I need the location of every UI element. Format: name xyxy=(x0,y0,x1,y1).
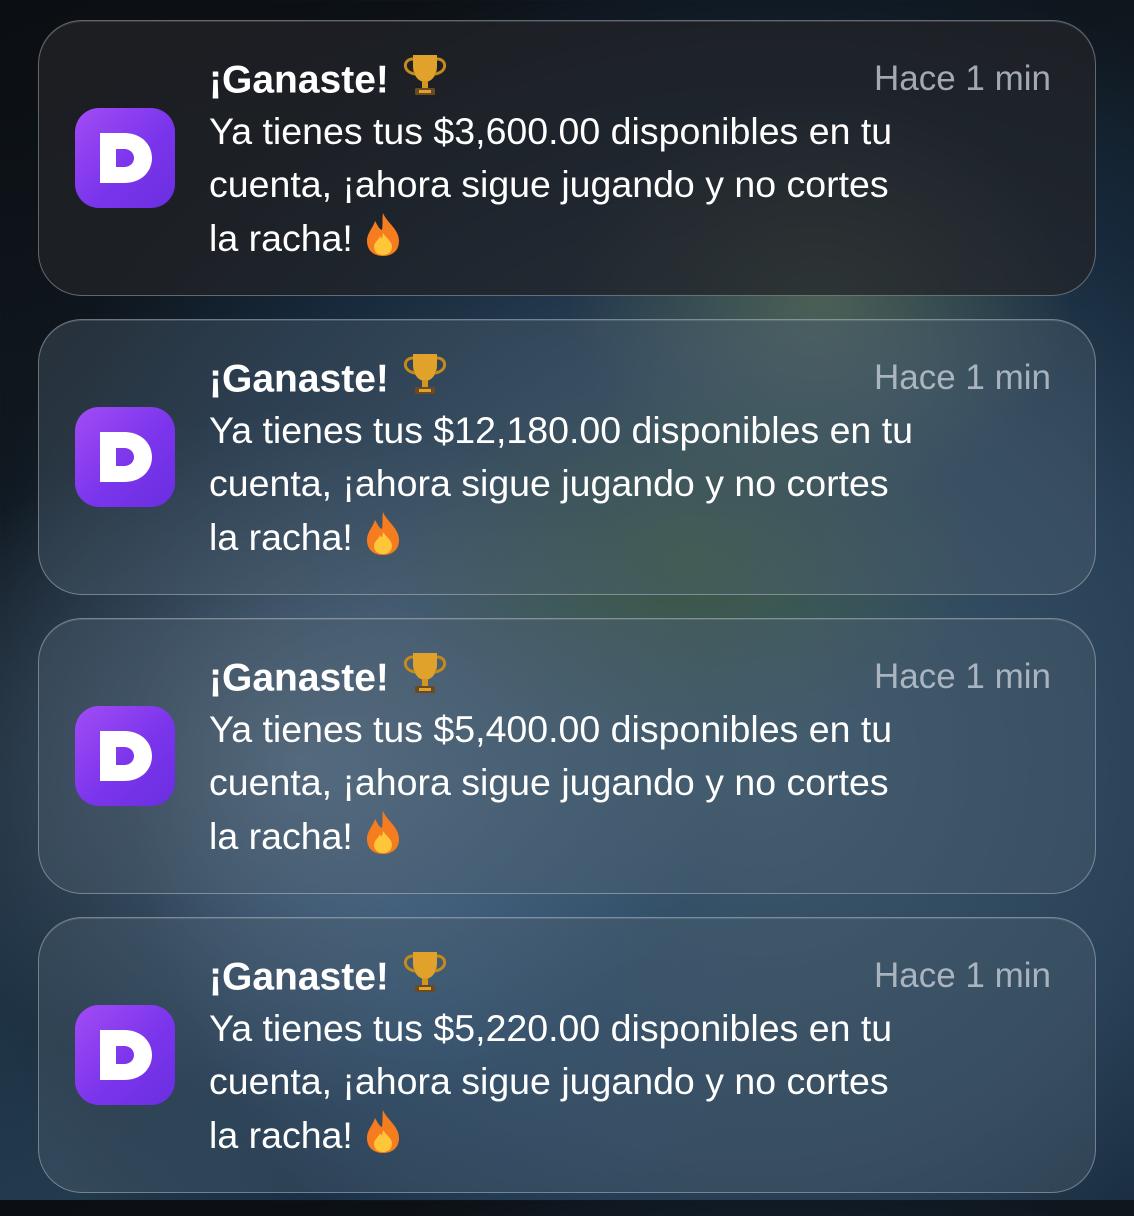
notification-time: Hace 1 min xyxy=(873,956,1051,995)
notification-title-text: ¡Ganaste! xyxy=(209,357,389,401)
body-line: Ya tienes tus $3,600.00 disponibles en t… xyxy=(209,110,893,152)
fire-icon xyxy=(363,510,403,570)
app-logo-icon xyxy=(75,706,175,806)
notification-stack: ¡Ganaste! Hace 1 min Ya tienes tus $3,60… xyxy=(38,20,1096,1216)
notification-time: Hace 1 min xyxy=(873,358,1051,397)
trophy-icon xyxy=(399,949,451,1009)
notification-body: Ya tienes tus $12,180.00 disponibles en … xyxy=(209,404,1069,570)
notification-title: ¡Ganaste! xyxy=(209,52,451,112)
notification-card[interactable]: ¡Ganaste! Hace 1 min Ya tienes tus $12,1… xyxy=(38,319,1096,595)
body-line-text: la racha! xyxy=(209,814,353,857)
trophy-icon xyxy=(399,351,451,411)
notification-body: Ya tienes tus $5,400.00 disponibles en t… xyxy=(209,703,1069,869)
notification-time: Hace 1 min xyxy=(873,657,1051,696)
notification-body: Ya tienes tus $3,600.00 disponibles en t… xyxy=(209,105,1069,271)
fire-icon xyxy=(363,809,403,869)
body-line: cuenta, ¡ahora sigue jugando y no cortes xyxy=(209,1060,889,1102)
body-line: Ya tienes tus $5,400.00 disponibles en t… xyxy=(209,708,893,750)
fire-icon xyxy=(363,1108,403,1168)
body-line-last: la racha! xyxy=(209,211,1069,271)
app-logo-icon xyxy=(75,407,175,507)
notification-card[interactable]: ¡Ganaste! Hace 1 min Ya tienes tus $3,60… xyxy=(38,20,1096,296)
body-line-text: la racha! xyxy=(209,216,353,259)
body-line-text: la racha! xyxy=(209,515,353,558)
notification-card[interactable]: ¡Ganaste! Hace 1 min Ya tienes tus $5,40… xyxy=(38,618,1096,894)
app-logo-icon xyxy=(75,108,175,208)
body-line-last: la racha! xyxy=(209,510,1069,570)
body-line-last: la racha! xyxy=(209,1108,1069,1168)
body-line-text: la racha! xyxy=(209,1113,353,1156)
fire-icon xyxy=(363,211,403,271)
body-line: cuenta, ¡ahora sigue jugando y no cortes xyxy=(209,163,889,205)
notification-title: ¡Ganaste! xyxy=(209,949,451,1009)
app-logo-icon xyxy=(75,1005,175,1105)
notification-body: Ya tienes tus $5,220.00 disponibles en t… xyxy=(209,1002,1069,1168)
body-line: Ya tienes tus $12,180.00 disponibles en … xyxy=(209,409,913,451)
notification-time: Hace 1 min xyxy=(873,59,1051,98)
notification-card[interactable]: ¡Ganaste! Hace 1 min Ya tienes tus $5,22… xyxy=(38,917,1096,1193)
notification-title-text: ¡Ganaste! xyxy=(209,58,389,102)
notification-title: ¡Ganaste! xyxy=(209,650,451,710)
body-line: cuenta, ¡ahora sigue jugando y no cortes xyxy=(209,462,889,504)
notification-title-text: ¡Ganaste! xyxy=(209,955,389,999)
notification-title-text: ¡Ganaste! xyxy=(209,656,389,700)
body-line-last: la racha! xyxy=(209,809,1069,869)
trophy-icon xyxy=(399,52,451,112)
body-line: Ya tienes tus $5,220.00 disponibles en t… xyxy=(209,1007,893,1049)
trophy-icon xyxy=(399,650,451,710)
notification-title: ¡Ganaste! xyxy=(209,351,451,411)
body-line: cuenta, ¡ahora sigue jugando y no cortes xyxy=(209,761,889,803)
